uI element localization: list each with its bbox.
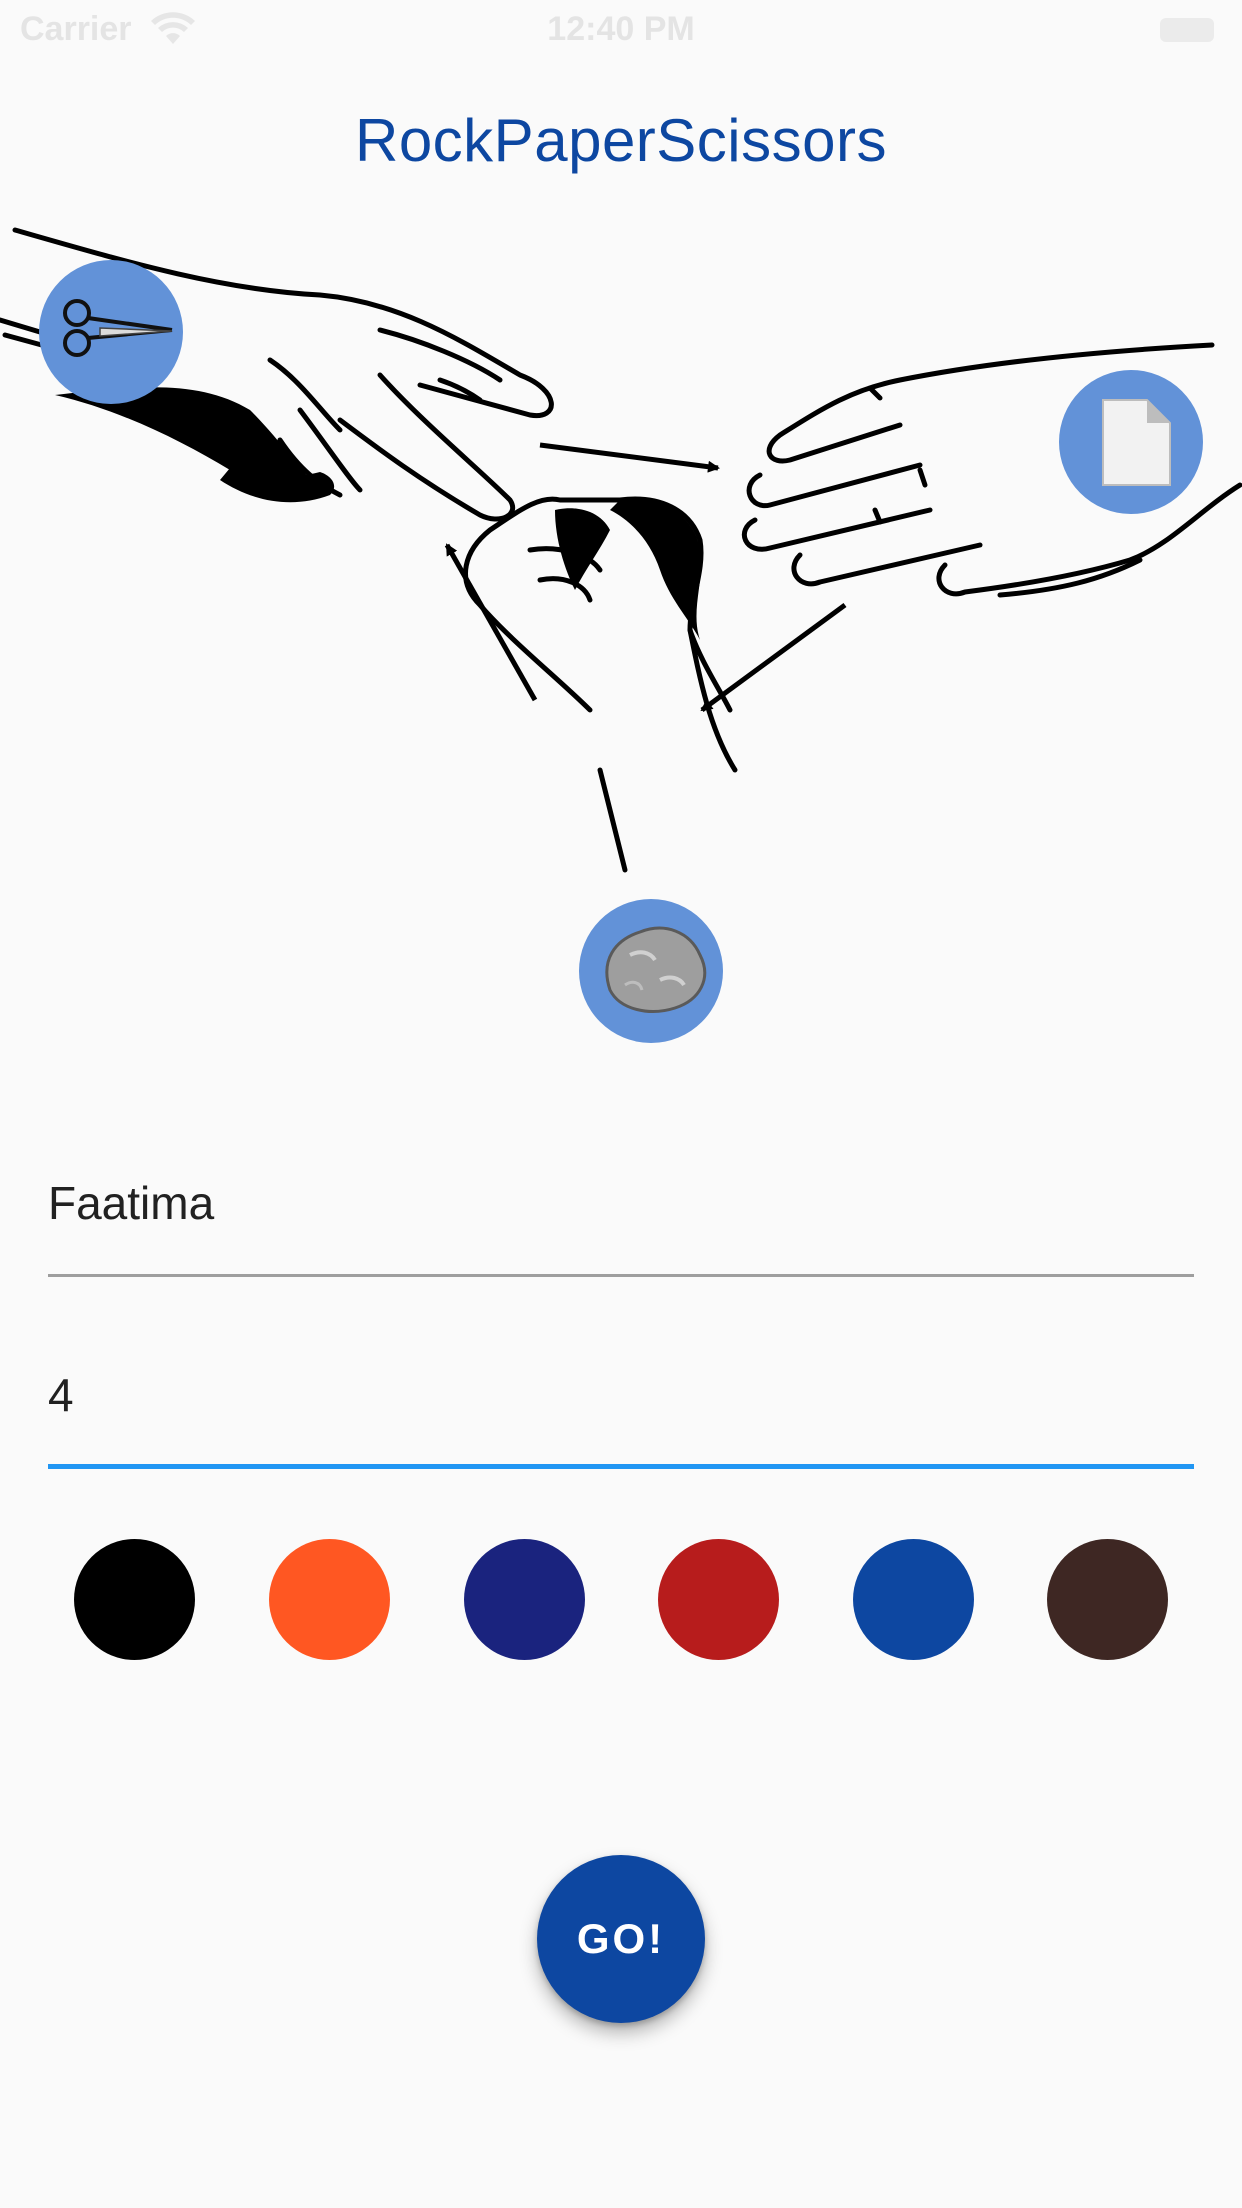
color-swatch-blue[interactable] xyxy=(853,1539,974,1660)
arrow-rock-to-scissors xyxy=(444,543,538,702)
color-swatch-indigo[interactable] xyxy=(464,1539,585,1660)
score-input-underline xyxy=(48,1464,1194,1469)
status-bar: Carrier 12:40 PM xyxy=(0,0,1242,60)
name-input-underline xyxy=(48,1274,1194,1277)
rock-paper-scissors-illustration xyxy=(0,227,1242,1043)
name-field xyxy=(48,1168,1194,1277)
score-field xyxy=(48,1360,1194,1469)
color-swatch-black[interactable] xyxy=(74,1539,195,1660)
status-time: 12:40 PM xyxy=(547,10,695,48)
battery-icon xyxy=(1160,18,1214,42)
page-title: RockPaperScissors xyxy=(354,107,887,174)
app-screen: Carrier 12:40 PM RockPaperScissors Faati… xyxy=(0,0,1242,2208)
name-input[interactable] xyxy=(48,1168,1194,1238)
color-swatch-brown[interactable] xyxy=(1047,1539,1168,1660)
scissors-icon xyxy=(39,260,183,404)
paper-icon xyxy=(1059,370,1203,514)
color-swatch-orange[interactable] xyxy=(269,1539,390,1660)
color-swatch-red[interactable] xyxy=(658,1539,779,1660)
color-picker xyxy=(0,1539,1242,1661)
arrow-scissors-to-paper xyxy=(539,442,720,473)
arrow-paper-to-rock xyxy=(700,602,847,713)
go-button[interactable]: GO! xyxy=(537,1855,705,2023)
rock-icon xyxy=(579,899,723,1043)
score-input[interactable] xyxy=(48,1360,1194,1430)
